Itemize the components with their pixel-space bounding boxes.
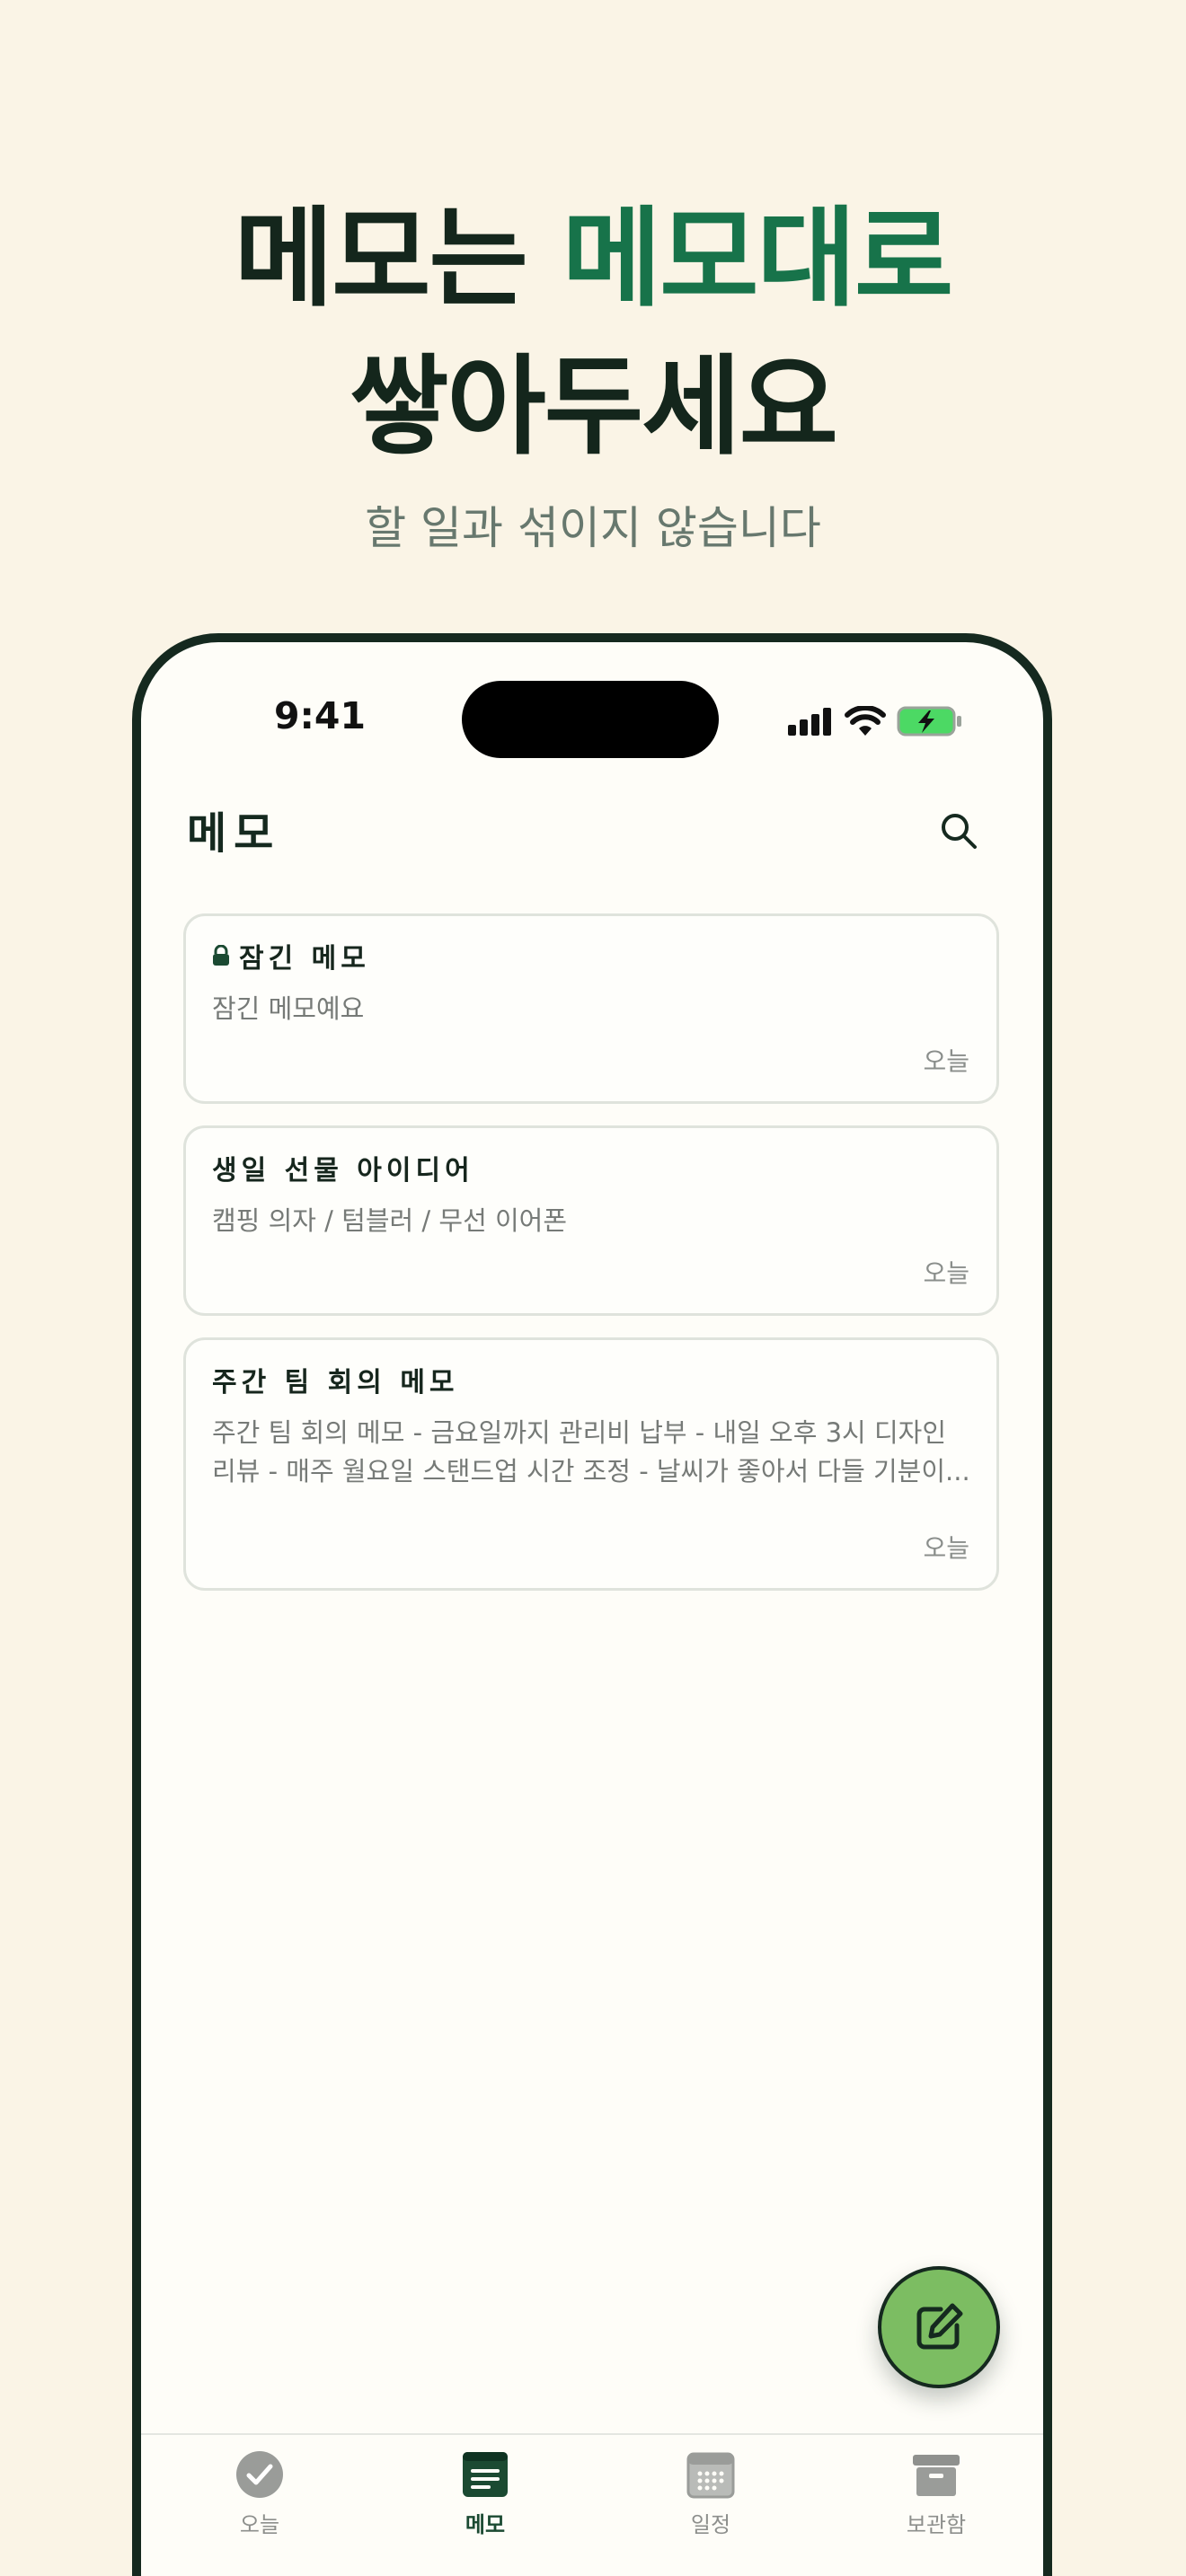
compose-icon bbox=[916, 2303, 963, 2350]
tab-schedule[interactable]: 일정 bbox=[648, 2449, 774, 2538]
screen-title: 메모 bbox=[187, 808, 281, 859]
tab-label: 보관함 bbox=[906, 2512, 967, 2537]
archive-icon bbox=[913, 2455, 960, 2496]
memo-card[interactable]: 잠긴 메모 잠긴 메모예요 오늘 bbox=[183, 913, 999, 1104]
cellular-signal-icon bbox=[788, 708, 831, 736]
status-icons bbox=[787, 705, 963, 737]
memo-title-row: 생일 선물 아이디어 bbox=[212, 1148, 474, 1187]
check-circle-icon bbox=[236, 2451, 283, 2498]
memo-title: 주간 팀 회의 메모 bbox=[212, 1367, 459, 1398]
calendar-icon bbox=[686, 2452, 735, 2499]
memo-preview: 주간 팀 회의 메모 - 금요일까지 관리비 납부 - 내일 오후 3시 디자인… bbox=[212, 1417, 970, 1486]
memo-title-row: 주간 팀 회의 메모 bbox=[212, 1360, 459, 1399]
tab-archive[interactable]: 보관함 bbox=[873, 2449, 999, 2538]
memo-card[interactable]: 주간 팀 회의 메모 주간 팀 회의 메모 - 금요일까지 관리비 납부 - 내… bbox=[183, 1337, 999, 1591]
headline-line-2: 쌓아두세요 bbox=[350, 345, 838, 470]
memo-title: 잠긴 메모 bbox=[239, 943, 370, 975]
memo-preview: 캠핑 의자 / 텀블러 / 무선 이어폰 bbox=[212, 1205, 568, 1236]
phone-frame: 9:41 메모 잠긴 메모 잠긴 메모예요 오늘 생일 선물 아이디어 캠핑 의… bbox=[132, 633, 1052, 2576]
lock-icon bbox=[213, 945, 229, 966]
battery-charging-icon bbox=[897, 706, 961, 737]
memo-title: 생일 선물 아이디어 bbox=[212, 1155, 474, 1187]
new-memo-button[interactable] bbox=[878, 2266, 1000, 2388]
status-time: 9:41 bbox=[274, 694, 366, 737]
memo-card[interactable]: 생일 선물 아이디어 캠핑 의자 / 텀블러 / 무선 이어폰 오늘 bbox=[183, 1125, 999, 1316]
dynamic-island bbox=[462, 681, 719, 758]
headline-line-1: 메모는 메모대로 bbox=[0, 171, 1186, 327]
tab-label: 오늘 bbox=[239, 2512, 280, 2537]
tab-label: 일정 bbox=[690, 2512, 731, 2537]
wifi-icon bbox=[845, 706, 886, 736]
tab-label: 메모 bbox=[465, 2512, 506, 2537]
memo-preview: 잠긴 메모예요 bbox=[212, 993, 365, 1024]
tab-memo[interactable]: 메모 bbox=[422, 2449, 548, 2538]
tab-today[interactable]: 오늘 bbox=[197, 2449, 323, 2538]
headline-accent: 메모대로 bbox=[562, 197, 954, 322]
memo-title-row: 잠긴 메모 bbox=[212, 936, 370, 975]
memo-icon bbox=[463, 2452, 508, 2497]
memo-date: 오늘 bbox=[923, 1533, 969, 1563]
tab-bar: 오늘 메모 일정 보관함 bbox=[141, 2433, 1043, 2576]
memo-date: 오늘 bbox=[923, 1046, 969, 1076]
subtitle: 할 일과 섞이지 않습니다 bbox=[365, 502, 821, 554]
headline-prefix: 메모는 bbox=[234, 197, 528, 322]
search-button[interactable] bbox=[932, 804, 986, 858]
search-icon bbox=[942, 814, 977, 849]
memo-date: 오늘 bbox=[923, 1258, 969, 1288]
